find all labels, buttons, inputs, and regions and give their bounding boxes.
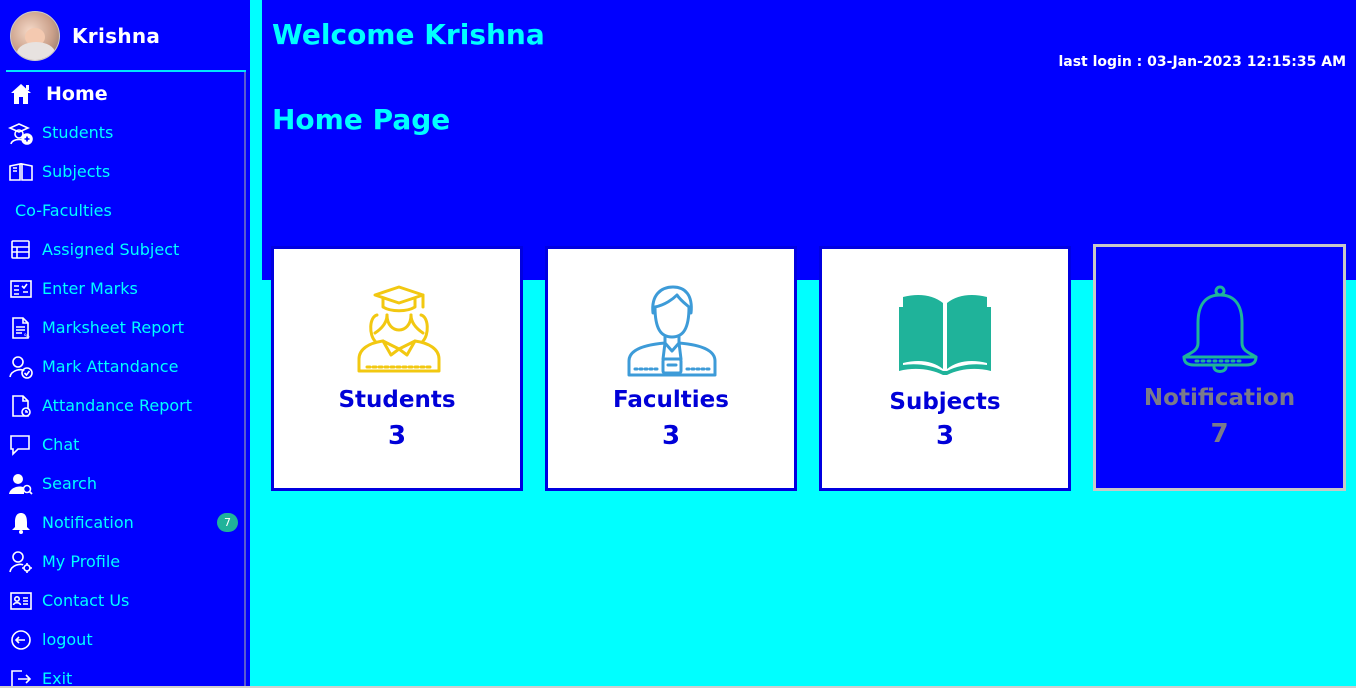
sidebar-item-exit[interactable]: Exit [0, 659, 244, 688]
sidebar-item-label: My Profile [42, 552, 121, 571]
sidebar-item-home[interactable]: Home [0, 75, 244, 113]
profile-section[interactable]: Krishna [10, 10, 160, 62]
enter-marks-icon [8, 276, 34, 302]
attendance-icon [8, 354, 34, 380]
sidebar-item-mark-attandance[interactable]: Mark Attandance [0, 347, 244, 386]
sidebar-item-label: Notification [42, 513, 134, 532]
sidebar-item-label: Chat [42, 435, 80, 454]
sidebar-item-attandance-report[interactable]: Attandance Report [0, 386, 244, 425]
welcome-title: Welcome Krishna [272, 18, 545, 51]
last-login-text: last login : 03-Jan-2023 12:15:35 AM [1058, 54, 1346, 70]
card-count: 7 [1210, 419, 1229, 449]
sidebar-item-notification[interactable]: Notification 7 [0, 503, 244, 542]
sidebar-scrollbar[interactable] [244, 72, 246, 688]
svg-text:%: % [24, 333, 30, 340]
card-count: 3 [387, 421, 407, 451]
chat-icon [8, 432, 34, 458]
sidebar-item-contact-us[interactable]: Contact Us [0, 581, 244, 620]
page-title: Home Page [272, 103, 451, 136]
sidebar: Krishna Home Students Subjects Co-Facult… [0, 0, 250, 688]
faculty-icon [621, 283, 721, 383]
sidebar-item-co-faculties[interactable]: Co-Faculties [0, 191, 244, 230]
sidebar-item-label: Students [42, 123, 114, 142]
sidebar-item-label: Search [42, 474, 97, 493]
sidebar-item-label: Home [46, 83, 108, 105]
assigned-subject-icon [8, 237, 34, 263]
students-icon [8, 120, 34, 146]
report-icon: % [8, 315, 34, 341]
profile-settings-icon [8, 549, 34, 575]
sidebar-item-assigned-subject[interactable]: Assigned Subject [0, 230, 244, 269]
sidebar-item-search[interactable]: Search [0, 464, 244, 503]
students-card[interactable]: Students 3 [271, 246, 523, 491]
sidebar-item-students[interactable]: Students [0, 113, 244, 152]
bell-icon [1170, 283, 1270, 383]
sidebar-divider [6, 70, 246, 72]
card-title: Faculties [613, 387, 729, 413]
notification-card[interactable]: Notification 7 [1093, 244, 1346, 491]
sidebar-item-enter-marks[interactable]: Enter Marks [0, 269, 244, 308]
card-count: 3 [661, 421, 681, 451]
sidebar-item-label: Co-Faculties [15, 201, 112, 220]
sidebar-item-label: Marksheet Report [42, 318, 185, 337]
profile-name: Krishna [72, 24, 161, 48]
subjects-card[interactable]: Subjects 3 [819, 246, 1071, 491]
sidebar-item-label: Attandance Report [42, 396, 193, 415]
sidebar-item-label: Enter Marks [42, 279, 138, 298]
search-user-icon [8, 471, 34, 497]
sidebar-item-my-profile[interactable]: My Profile [0, 542, 244, 581]
open-book-icon [895, 283, 995, 383]
card-count: 3 [935, 421, 955, 451]
contact-card-icon [8, 588, 34, 614]
card-title: Students [338, 387, 456, 413]
card-title: Subjects [889, 389, 1001, 415]
book-icon [8, 159, 34, 185]
card-title: Notification [1143, 385, 1296, 411]
faculties-card[interactable]: Faculties 3 [545, 246, 797, 491]
sidebar-gap [250, 0, 262, 280]
avatar[interactable] [10, 11, 60, 61]
sidebar-item-marksheet-report[interactable]: % Marksheet Report [0, 308, 244, 347]
notification-badge: 7 [217, 513, 238, 532]
sidebar-item-logout[interactable]: logout [0, 620, 244, 659]
sidebar-item-subjects[interactable]: Subjects [0, 152, 244, 191]
sidebar-item-label: Contact Us [42, 591, 130, 610]
sidebar-nav: Home Students Subjects Co-Faculties Assi… [0, 75, 244, 688]
sidebar-item-label: Subjects [42, 162, 111, 181]
sidebar-item-label: Mark Attandance [42, 357, 179, 376]
sidebar-item-label: Assigned Subject [42, 240, 180, 259]
exit-icon [8, 666, 34, 688]
sidebar-item-label: logout [42, 630, 93, 649]
sidebar-item-chat[interactable]: Chat [0, 425, 244, 464]
logout-icon [8, 627, 34, 653]
students-graduate-icon [347, 283, 447, 383]
header: Welcome Krishna last login : 03-Jan-2023… [262, 0, 1356, 280]
attendance-report-icon [8, 393, 34, 419]
bell-icon [8, 510, 34, 536]
home-icon [8, 81, 34, 107]
